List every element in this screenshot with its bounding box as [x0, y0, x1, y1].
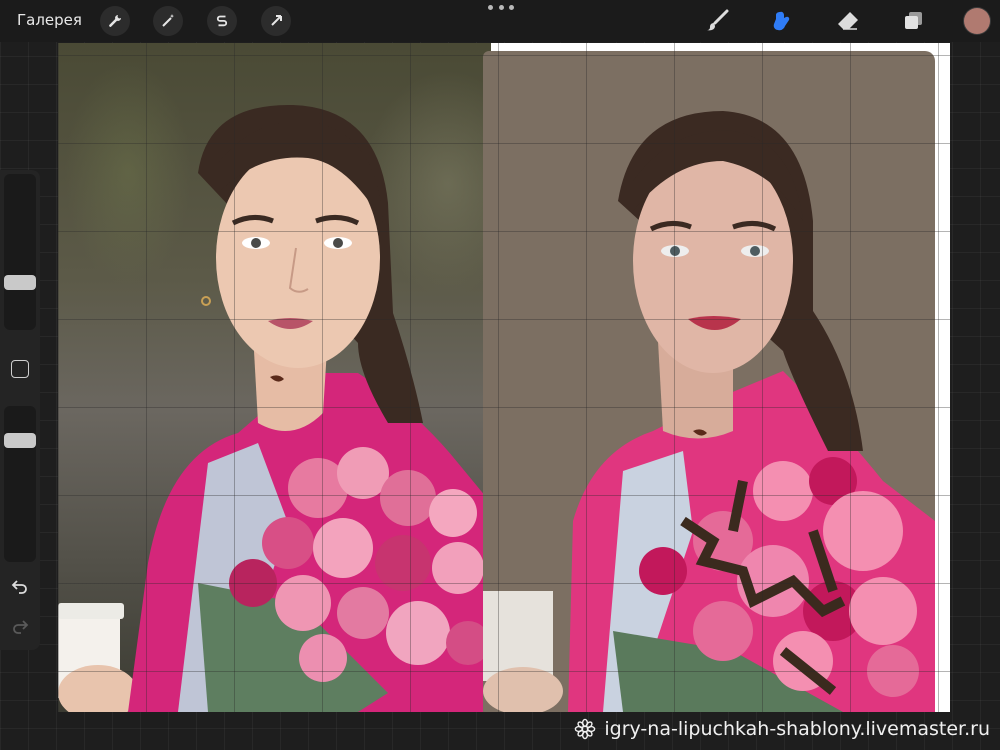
more-options-icon[interactable] — [488, 5, 514, 15]
painting-layer — [483, 51, 935, 712]
watermark: igry-na-lipuchkah-shablony.livemaster.ru — [574, 718, 990, 740]
color-button[interactable] — [964, 8, 990, 34]
redo-icon — [13, 620, 29, 634]
transform-arrow-icon — [271, 15, 282, 26]
layers-icon — [905, 12, 922, 29]
selection-s-icon — [216, 15, 228, 27]
canvas[interactable] — [58, 43, 950, 712]
layers-button[interactable] — [898, 6, 928, 36]
reference-photo — [58, 43, 491, 712]
eraser-button[interactable] — [833, 6, 863, 36]
magic-wand-icon — [162, 14, 174, 27]
undo-icon — [11, 580, 27, 594]
selection-button[interactable] — [207, 6, 237, 36]
redo-button[interactable] — [9, 616, 31, 636]
brush-size-thumb[interactable] — [4, 275, 36, 290]
brush-size-slider[interactable] — [4, 174, 36, 330]
transform-button[interactable] — [261, 6, 291, 36]
flower-icon — [575, 718, 596, 740]
painting-artwork — [483, 111, 935, 712]
undo-button[interactable] — [9, 576, 31, 596]
brush-icon — [707, 9, 729, 31]
eraser-icon — [838, 12, 858, 30]
reference-photo-image — [58, 104, 491, 712]
smudge-button[interactable] — [769, 6, 799, 36]
wrench-icon — [109, 15, 121, 27]
opacity-thumb[interactable] — [4, 433, 36, 448]
brush-button[interactable] — [703, 6, 733, 36]
watermark-text: igry-na-lipuchkah-shablony.livemaster.ru — [604, 718, 990, 740]
actions-button[interactable] — [100, 6, 130, 36]
modify-button[interactable] — [11, 360, 29, 378]
adjustments-button[interactable] — [153, 6, 183, 36]
gallery-button[interactable]: Галерея — [17, 11, 82, 29]
sidebar — [0, 170, 40, 650]
opacity-slider[interactable] — [4, 406, 36, 562]
smudge-icon — [773, 11, 790, 31]
toolbar: Галерея — [0, 0, 1000, 42]
